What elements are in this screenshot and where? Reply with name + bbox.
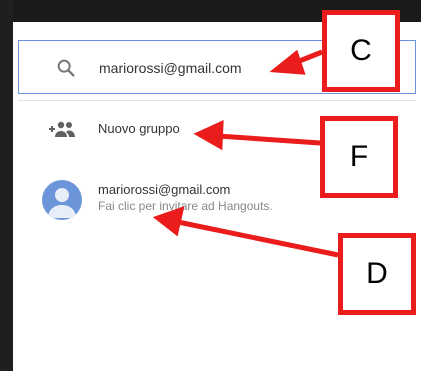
search-input[interactable]	[99, 57, 359, 79]
callout-d: D	[338, 233, 416, 315]
contact-invite-text: Fai clic per invitare ad Hangouts.	[98, 199, 273, 213]
callout-f: F	[320, 116, 398, 198]
new-group-label: Nuovo gruppo	[98, 121, 180, 136]
avatar	[42, 180, 82, 220]
add-group-icon	[49, 121, 75, 137]
window-left-edge	[0, 0, 13, 371]
search-icon	[57, 59, 75, 77]
avatar-icon	[48, 188, 76, 218]
divider	[18, 100, 416, 101]
callout-c: C	[322, 10, 400, 92]
contact-email: mariorossi@gmail.com	[98, 182, 231, 197]
